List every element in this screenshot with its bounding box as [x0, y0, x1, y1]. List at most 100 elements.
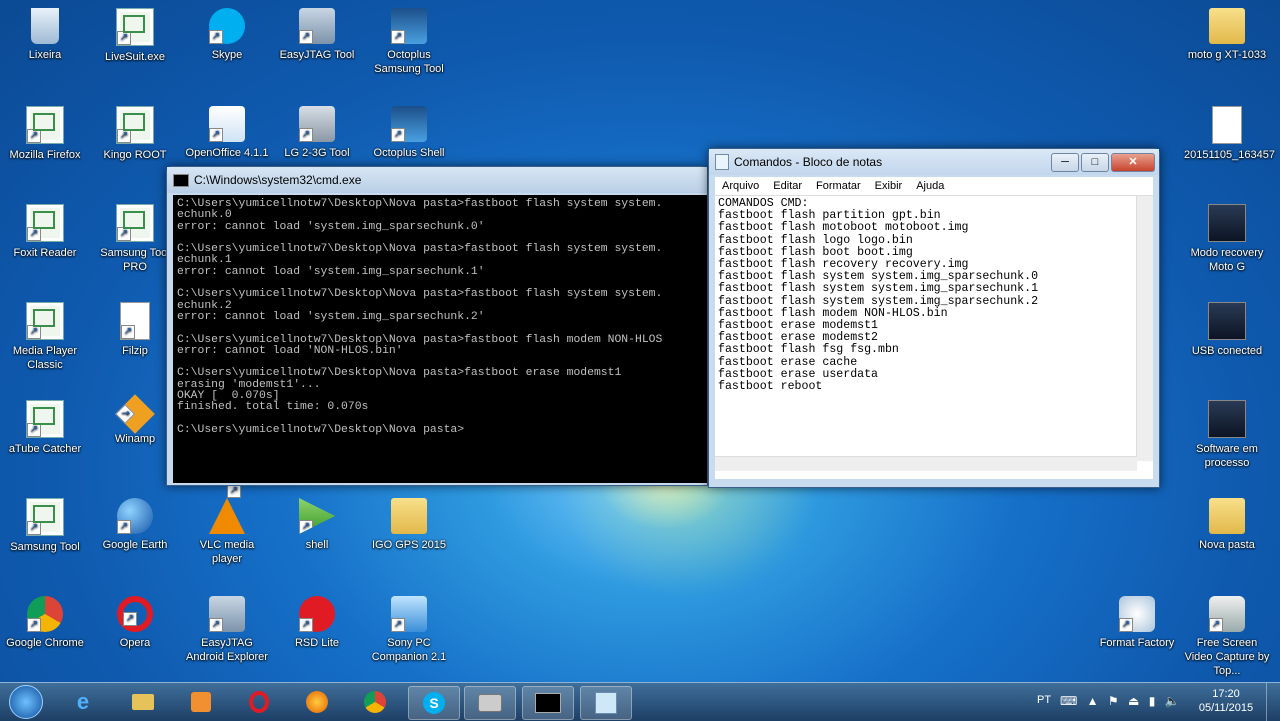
google-earth-icon: ↗ — [117, 498, 153, 534]
desktop-icon[interactable]: ↗ Octoplus Shell — [366, 102, 452, 160]
explorer-icon — [132, 694, 154, 710]
lg-tool-icon: ↗ — [299, 106, 335, 142]
vlc-icon: ↗ — [209, 484, 245, 534]
taskbar-media-player[interactable] — [176, 686, 226, 718]
taskbar-skype[interactable]: S — [408, 686, 460, 720]
console-line: finished. total time: 0.070s — [177, 401, 369, 414]
desktop-icon[interactable]: Software em processo — [1184, 396, 1270, 470]
desktop-icon[interactable]: ↗ Octoplus Samsung Tool — [366, 4, 452, 76]
desktop-icon[interactable]: ↗ VLC media player — [184, 484, 270, 566]
taskbar-camera[interactable] — [464, 686, 516, 720]
clock-date: 05/11/2015 — [1198, 702, 1254, 714]
maximize-button[interactable]: □ — [1081, 152, 1109, 172]
taskbar-notepad[interactable] — [580, 686, 632, 720]
desktop-icon[interactable]: ↗ aTube Catcher — [2, 396, 88, 456]
desktop-icon[interactable]: ↗ Google Chrome — [2, 592, 88, 650]
chrome-icon: ↗ — [27, 596, 63, 632]
taskbar-firefox[interactable] — [292, 686, 342, 718]
skype-icon: S — [423, 692, 445, 714]
desktop-icon[interactable]: Modo recovery Moto G — [1184, 200, 1270, 274]
close-button[interactable]: ✕ — [1111, 152, 1155, 172]
desktop-icon[interactable]: ↗ OpenOffice 4.1.1 — [184, 102, 270, 160]
text-line: fastboot flash system system.img_sparsec… — [718, 294, 1039, 308]
tray-arrow-icon[interactable]: ▲ — [1087, 694, 1099, 708]
desktop-icon[interactable]: ↗ Sony PC Companion 2.1 — [366, 592, 452, 664]
shortcut-arrow-icon: ↗ — [299, 618, 313, 632]
motorola-icon: ↗ — [299, 596, 335, 632]
keyboard-icon[interactable]: ⌨ — [1060, 694, 1077, 708]
desktop-icon[interactable]: moto g XT-1033 — [1184, 4, 1270, 62]
desktop-icon[interactable]: ↗ Google Earth — [92, 494, 178, 552]
start-button[interactable] — [4, 683, 46, 721]
console-line: error: cannot load 'system.img_sparsechu… — [177, 220, 485, 233]
desktop-icon[interactable]: ↗ Skype — [184, 4, 270, 62]
app-icon: ↗ — [26, 498, 64, 536]
minimize-button[interactable]: ─ — [1051, 152, 1079, 172]
shortcut-arrow-icon: ↗ — [299, 128, 313, 142]
desktop-icon-label: EasyJTAG Android Explorer — [186, 637, 268, 663]
desktop-icon[interactable]: ↗ Format Factory — [1094, 592, 1180, 650]
console-line: C:\Users\yumicellnotw7\Desktop\Nova past… — [177, 198, 663, 210]
cmd-window[interactable]: C:\Windows\system32\cmd.exe C:\Users\yum… — [166, 166, 708, 486]
clock[interactable]: 17:20 05/11/2015 — [1196, 687, 1256, 715]
desktop-icon[interactable]: ↗ Foxit Reader — [2, 200, 88, 260]
desktop-icon[interactable]: ↗ EasyJTAG Android Explorer — [184, 592, 270, 664]
desktop-icon[interactable]: ↗ RSD Lite — [274, 592, 360, 650]
desktop-icon-label: LiveSuit.exe — [105, 51, 165, 63]
desktop-icon[interactable]: ↗ EasyJTAG Tool — [274, 4, 360, 62]
folder-icon — [1209, 498, 1245, 534]
console-line: error: cannot load 'NON-HLOS.bin' — [177, 344, 403, 357]
desktop-icon[interactable]: ↗ Samsung Tool — [2, 494, 88, 554]
desktop-icon[interactable]: ↗ Media Player Classic — [2, 298, 88, 372]
desktop-icon[interactable]: ↗ Free Screen Video Capture by Top... — [1184, 592, 1270, 678]
desktop-icon-label: Google Earth — [102, 539, 168, 551]
show-desktop-button[interactable] — [1266, 683, 1280, 721]
horizontal-scrollbar[interactable] — [715, 456, 1137, 471]
flag-icon[interactable]: ⚑ — [1108, 694, 1119, 708]
taskbar-chrome[interactable] — [350, 686, 400, 718]
shortcut-arrow-icon: ↗ — [1209, 618, 1223, 632]
desktop-icon[interactable]: Nova pasta — [1184, 494, 1270, 552]
menu-item[interactable]: Editar — [766, 180, 809, 192]
console-line: C:\Users\yumicellnotw7\Desktop\Nova past… — [177, 288, 663, 301]
notepad-editor[interactable]: COMANDOS CMD: fastboot flash partition gp… — [715, 196, 1153, 452]
app-icon: ↗ — [26, 204, 64, 242]
vertical-scrollbar[interactable] — [1136, 196, 1153, 461]
taskbar-opera[interactable] — [234, 686, 284, 718]
cmd-console[interactable]: C:\Users\yumicellnotw7\Desktop\Nova past… — [173, 195, 707, 483]
desktop-icon[interactable]: USB conected — [1184, 298, 1270, 358]
folder-icon — [391, 498, 427, 534]
cmd-titlebar[interactable]: C:\Windows\system32\cmd.exe — [167, 167, 707, 193]
desktop-icon[interactable]: ↗ LiveSuit.exe — [92, 4, 178, 64]
menu-item[interactable]: Exibir — [868, 180, 910, 192]
usb-icon[interactable]: ⏏ — [1128, 694, 1139, 708]
notepad-titlebar[interactable]: Comandos - Bloco de notas ─ □ ✕ — [709, 149, 1159, 175]
winamp-icon: ↗ — [115, 394, 155, 434]
taskbar-internet-explorer[interactable]: e — [58, 686, 108, 718]
desktop-icon-label: shell — [305, 539, 329, 551]
desktop-icon[interactable]: ↗ Mozilla Firefox — [2, 102, 88, 162]
desktop-icon[interactable]: ↗ Opera — [92, 592, 178, 650]
menu-item[interactable]: Ajuda — [909, 180, 951, 192]
desktop-icon-label: Kingo ROOT — [103, 149, 167, 161]
desktop-icon[interactable]: ↗ shell — [274, 494, 360, 552]
desktop-icon[interactable]: ↗ LG 2-3G Tool — [274, 102, 360, 160]
image-icon — [1208, 204, 1246, 242]
taskbar-explorer[interactable] — [118, 686, 168, 718]
volume-icon[interactable]: 🔈 — [1165, 694, 1180, 708]
desktop-icon[interactable]: ↗ Kingo ROOT — [92, 102, 178, 162]
taskbar: e S PT ⌨ ▲ ⚑ ⏏ ▮ 🔈 17:20 05/11/2015 — [0, 682, 1280, 721]
language-indicator[interactable]: PT — [1037, 694, 1051, 706]
desktop-icon[interactable]: Lixeira — [2, 4, 88, 62]
console-line: C:\Users\yumicellnotw7\Desktop\Nova past… — [177, 423, 465, 436]
notepad-window[interactable]: Comandos - Bloco de notas ─ □ ✕ Arquivo E… — [708, 148, 1160, 488]
menu-item[interactable]: Formatar — [809, 180, 868, 192]
shortcut-arrow-icon: ↗ — [27, 618, 41, 632]
menu-item[interactable]: Arquivo — [715, 180, 766, 192]
desktop-icon[interactable]: IGO GPS 2015 — [366, 494, 452, 552]
network-icon[interactable]: ▮ — [1149, 694, 1156, 708]
taskbar-cmd[interactable] — [522, 686, 574, 720]
desktop-icon[interactable]: 20151105_163457 — [1184, 102, 1275, 162]
desktop-icon-label: Modo recovery Moto G — [1190, 247, 1264, 273]
